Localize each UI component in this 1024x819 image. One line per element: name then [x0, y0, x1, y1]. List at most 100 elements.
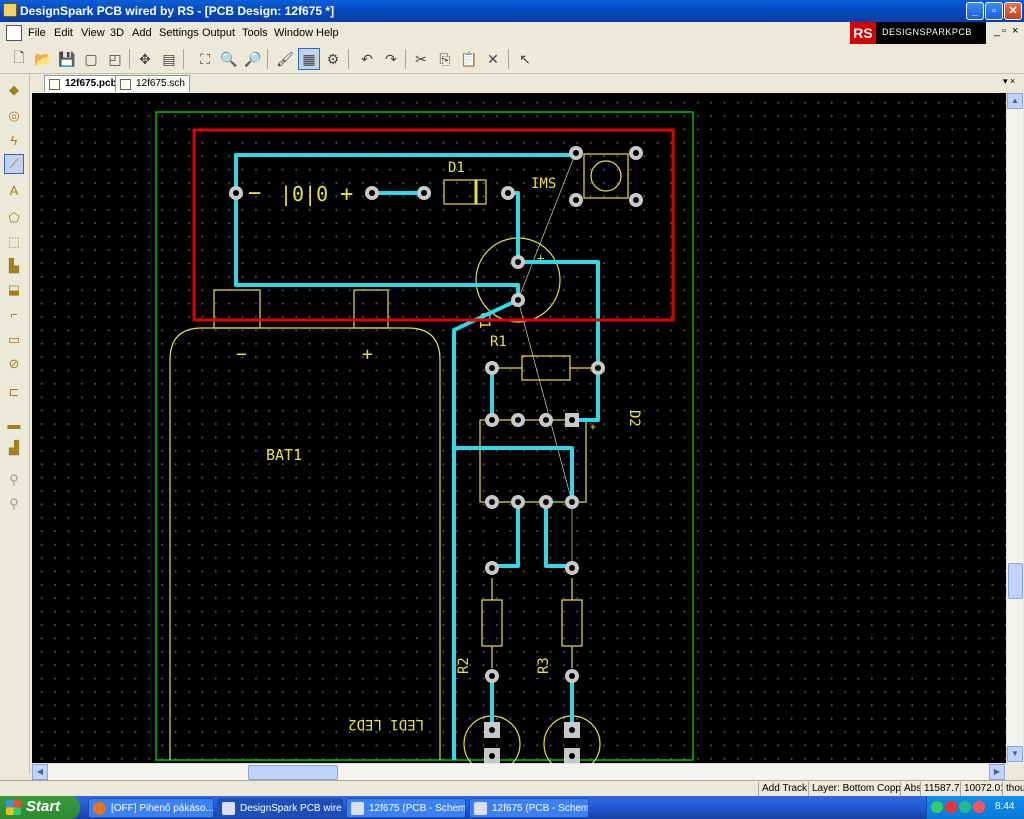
mdi-restore-icon[interactable]: ▫ [1002, 25, 1006, 37]
new-icon[interactable]: 🗋 [8, 48, 30, 70]
menu-add[interactable]: Add [132, 27, 152, 39]
menu-view[interactable]: View [81, 27, 105, 39]
pad-tool-icon[interactable]: ◎ [4, 106, 24, 126]
properties-icon[interactable]: ▤ [158, 48, 180, 70]
grid-icon[interactable]: ▦ [298, 48, 320, 70]
zoom-in-icon[interactable]: 🔍 [218, 48, 240, 70]
menu-window[interactable]: Window [274, 27, 313, 39]
mdi-close-icon[interactable]: × [1012, 25, 1018, 37]
vertical-scroll-thumb[interactable] [1008, 563, 1023, 599]
circle-tool-icon[interactable]: ⊘ [4, 354, 24, 374]
vertical-scrollbar[interactable]: ▲ ▼ [1006, 93, 1023, 763]
area-tool-icon[interactable]: ⬚ [4, 232, 24, 252]
scroll-down-icon[interactable]: ▼ [1007, 746, 1023, 762]
tab-schematic-label: 12f675.sch [136, 78, 185, 89]
autoroute-tool-icon[interactable]: ⚲ [4, 494, 24, 514]
close-button[interactable]: ✕ [1004, 2, 1022, 20]
paste-icon[interactable]: 📋 [458, 48, 480, 70]
3d-view-icon[interactable]: ◰ [104, 48, 126, 70]
d2-label: D2 [626, 410, 642, 427]
menu-help[interactable]: Help [316, 27, 339, 39]
window-title: DesignSpark PCB wired by RS - [PCB Desig… [20, 4, 335, 18]
scroll-up-icon[interactable]: ▲ [1007, 93, 1023, 109]
rs-logo: RS [850, 22, 876, 44]
menu-tools[interactable]: Tools [242, 27, 268, 39]
measure-tool-icon[interactable]: ▬ [4, 414, 24, 434]
document-menu-icon[interactable] [6, 25, 22, 41]
menu-file[interactable]: File [28, 27, 46, 39]
status-y: 10072.01 [960, 782, 1002, 796]
chart-tool-icon[interactable]: ▟ [4, 438, 24, 458]
taskbar-button-browser[interactable]: [OFF] Pihenő pákáso... [88, 798, 214, 818]
copper-pour-icon[interactable]: ▙ [4, 256, 24, 276]
pcb-drawing: − + BAT1 − |0|0 + D1 IMS + C1 R1 D2 + R2… [155, 111, 694, 763]
designspark-app-icon [222, 802, 235, 815]
via-tool-icon[interactable]: ϟ [4, 130, 24, 150]
text-tool-icon[interactable]: A [4, 180, 24, 200]
pcb-file-icon [49, 79, 60, 90]
board-outline-icon[interactable]: ⬓ [4, 280, 24, 300]
interaction-bar: ◆ ◎ ϟ ⟋ A ⬠ ⬚ ▙ ⬓ ⌐ ▭ ⊘ ⊏ ▬ ▟ ⚲ ⚲ [0, 74, 30, 774]
mdi-minimize-icon[interactable]: _ [994, 25, 1000, 37]
shape-tool-icon[interactable]: ⬠ [4, 208, 24, 228]
tray-network-icon[interactable] [931, 801, 943, 813]
cut-icon[interactable]: ✂ [410, 48, 432, 70]
line-tool-icon[interactable]: ⌐ [4, 304, 24, 324]
r1-body [521, 355, 571, 381]
designspark-logo: RS DESIGNSPARKPCB [850, 22, 986, 44]
tab-close-icon[interactable]: ▾ × [1003, 76, 1015, 87]
horizontal-scrollbar[interactable]: ◀ ▶ [32, 763, 1006, 780]
start-button[interactable]: Start [0, 796, 80, 819]
document-icon [351, 802, 364, 815]
undo-icon[interactable]: ↶ [356, 48, 378, 70]
scroll-right-icon[interactable]: ▶ [989, 764, 1005, 780]
battery-holder-silkscreen [169, 289, 441, 760]
r3-body [561, 599, 583, 647]
d1-label: D1 [448, 160, 465, 176]
status-bar: Add Track Layer: Bottom Copper Abs 11587… [0, 780, 1024, 796]
tab-schematic[interactable]: 12f675.sch [115, 75, 190, 92]
copy-icon[interactable]: ⎘ [434, 48, 456, 70]
menu-3d[interactable]: 3D [110, 27, 124, 39]
pcb-canvas[interactable]: − + BAT1 − |0|0 + D1 IMS + C1 R1 D2 + R2… [32, 93, 1006, 763]
taskbar-button-schematic-2[interactable]: 12f675 (PCB - Schem... [469, 798, 589, 818]
clock: 8:44 [995, 801, 1015, 812]
tray-update-icon[interactable] [959, 801, 971, 813]
tray-antivirus-icon[interactable] [945, 801, 957, 813]
maximize-button[interactable]: ▫ [985, 2, 1003, 20]
close-document-icon[interactable]: ▢ [80, 48, 102, 70]
dimension-tool-icon[interactable]: ⊏ [4, 382, 24, 402]
menu-output[interactable]: Output [202, 27, 235, 39]
taskbar-button-schematic-1[interactable]: 12f675 (PCB - Schem... [346, 798, 466, 818]
menu-settings[interactable]: Settings [159, 27, 199, 39]
zoom-extents-icon[interactable]: ⛶ [194, 48, 216, 70]
taskbar: Start [OFF] Pihenő pákáso... DesignSpark… [0, 796, 1024, 819]
paint-icon[interactable]: 🖌 [274, 48, 296, 70]
cell-minus-label: − [248, 181, 261, 206]
system-tray: 8:44 [926, 796, 1024, 819]
scroll-left-icon[interactable]: ◀ [32, 764, 48, 780]
taskbar-button-label: 12f675 (PCB - Schem... [492, 803, 589, 814]
rectangle-tool-icon[interactable]: ▭ [4, 330, 24, 350]
r3-label: R3 [536, 657, 552, 674]
cell-symbol-label: |0|0 [280, 182, 328, 206]
tray-app-icon[interactable] [973, 801, 985, 813]
zoom-out-icon[interactable]: 🔎 [242, 48, 264, 70]
component-icon[interactable]: ✥ [134, 48, 156, 70]
track-tool-icon[interactable]: ⟋ [4, 154, 24, 174]
route-tool-icon[interactable]: ⚲ [4, 470, 24, 490]
delete-icon[interactable]: ✕ [482, 48, 504, 70]
taskbar-button-designspark[interactable]: DesignSpark PCB wire... [217, 798, 343, 818]
ims-switch-button [590, 160, 622, 192]
redo-icon[interactable]: ↷ [380, 48, 402, 70]
select-pointer-icon[interactable]: ↖ [514, 48, 536, 70]
tab-pcb[interactable]: 12f675.pcb [44, 75, 122, 92]
design-settings-icon[interactable]: ⚙ [322, 48, 344, 70]
select-tool-icon[interactable]: ◆ [4, 80, 24, 100]
minimize-button[interactable]: _ [966, 2, 984, 20]
app-icon [3, 3, 17, 17]
open-icon[interactable]: 📂 [32, 48, 54, 70]
menu-edit[interactable]: Edit [54, 27, 73, 39]
save-icon[interactable]: 💾 [56, 48, 78, 70]
horizontal-scroll-thumb[interactable] [248, 765, 338, 780]
